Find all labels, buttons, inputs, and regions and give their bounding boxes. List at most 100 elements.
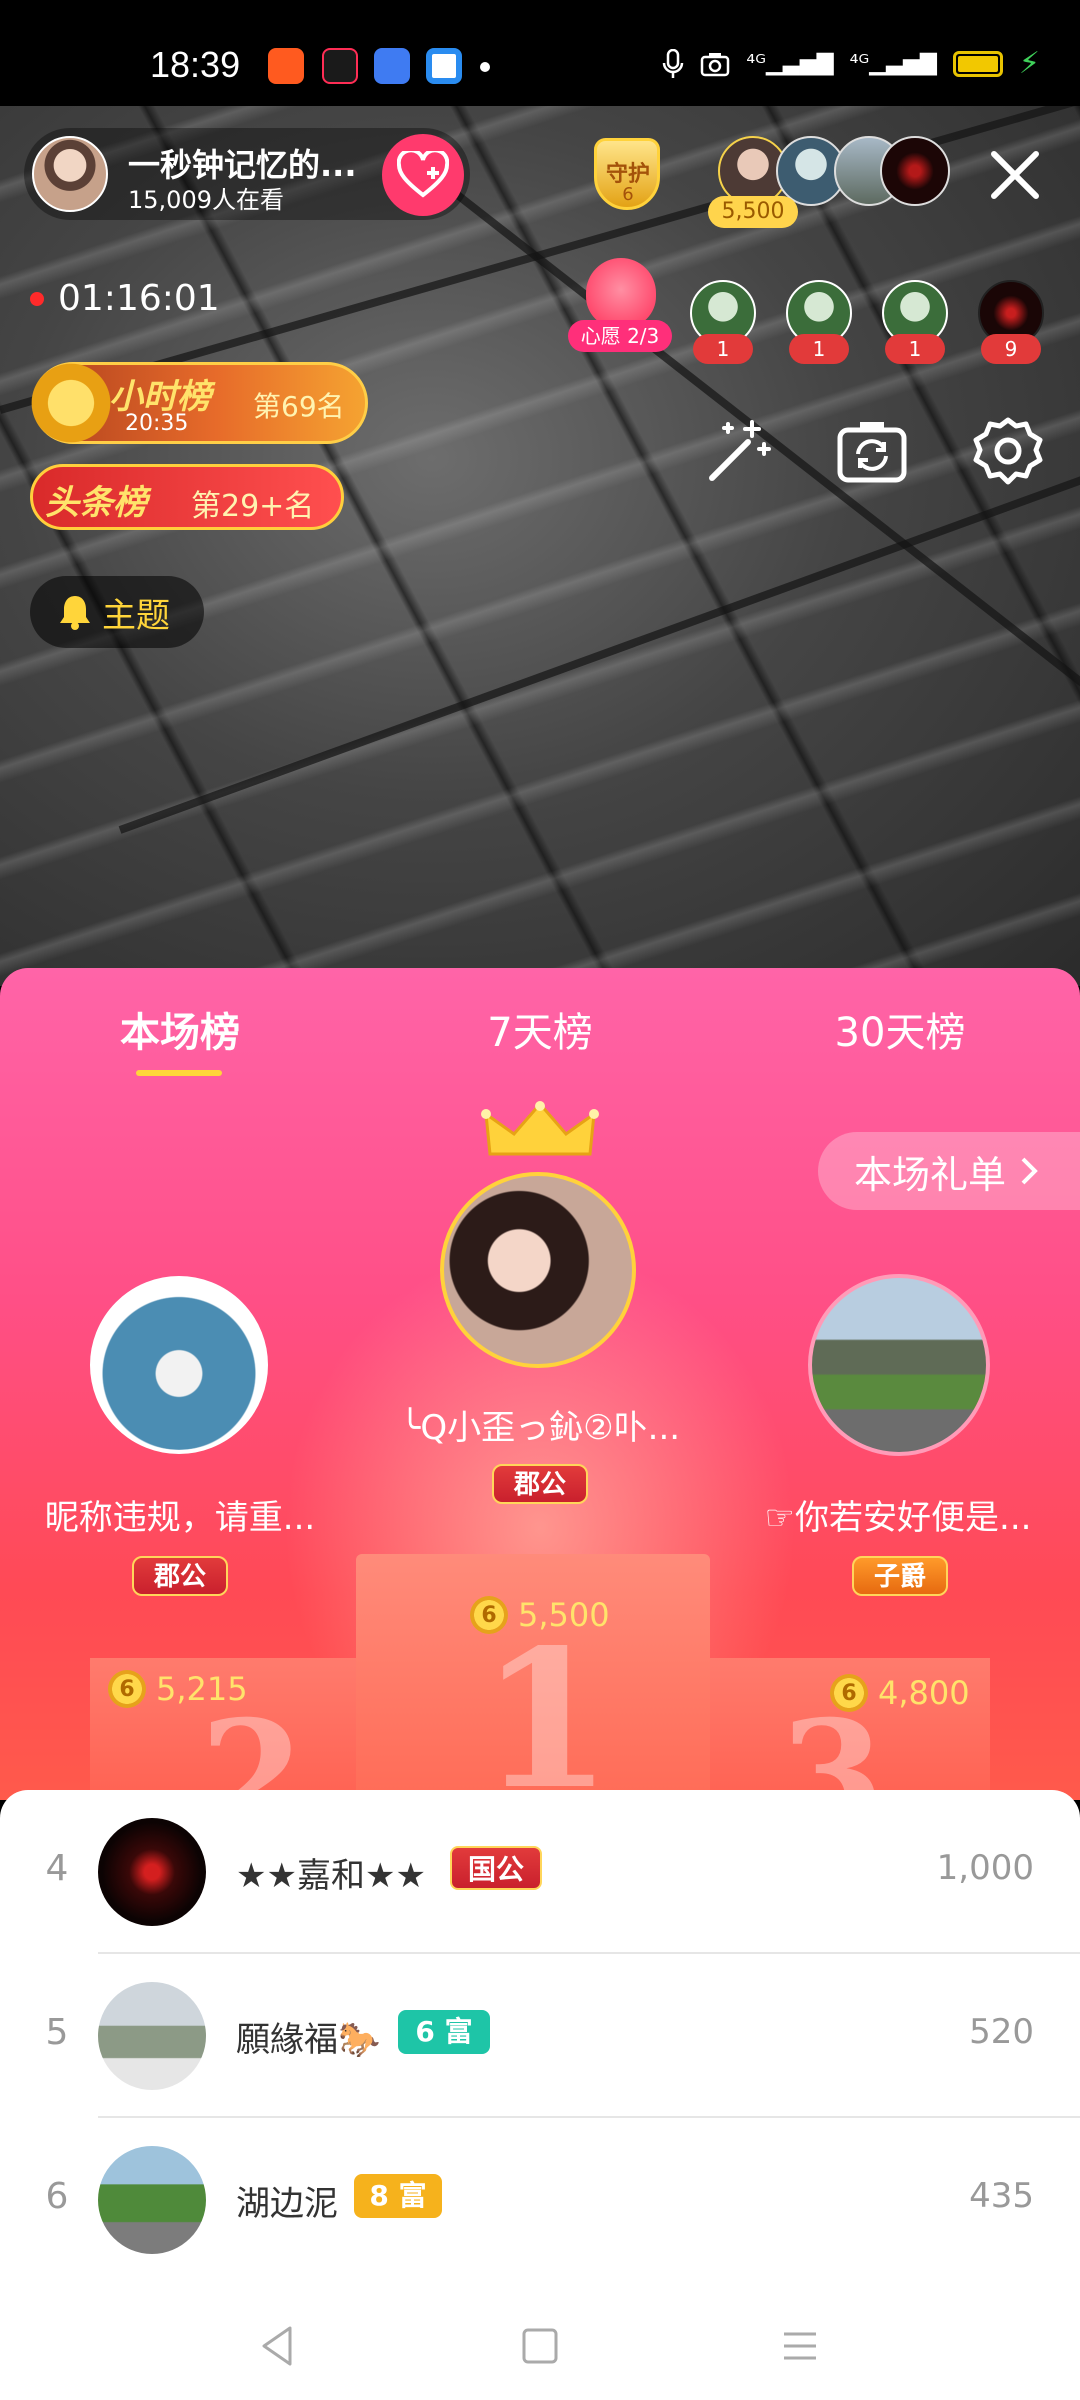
cloud-app-icon (374, 48, 410, 84)
microphone-icon (663, 48, 684, 78)
list-score: 520 (969, 2012, 1034, 2052)
menu-icon[interactable] (778, 2324, 822, 2368)
hourly-time: 20:35 (125, 411, 189, 436)
third-place-coins-value: 4,800 (878, 1674, 970, 1712)
active-tab-indicator (136, 1070, 222, 1076)
first-place-avatar[interactable] (440, 1172, 636, 1368)
second-place-noble-badge: 郡公 (132, 1556, 228, 1596)
top-fan[interactable]: 1 (786, 280, 852, 364)
first-place-noble-badge: 郡公 (492, 1464, 588, 1504)
coin-icon: 6 (470, 1596, 508, 1634)
coin-icon: 6 (108, 1670, 146, 1708)
browser-app-icon (426, 48, 462, 84)
top-fan[interactable]: 1 (690, 280, 756, 364)
tab-current-session[interactable]: 本场榜 (60, 1000, 300, 1058)
ranking-list: 4 ★★嘉和★★ 国公 1,000 5 願緣福🐎 6 富 520 6 湖边泥 8… (0, 1790, 1080, 2320)
third-place-coins: 6 4,800 (830, 1674, 970, 1712)
fan-count: 1 (789, 334, 849, 364)
wish-widget[interactable]: 心愿 2/3 (568, 258, 672, 352)
settings-icon[interactable] (970, 414, 1046, 490)
fan-count: 1 (885, 334, 945, 364)
second-place-coins-value: 5,215 (156, 1670, 248, 1708)
guard-badge[interactable]: 守护 6 (582, 132, 674, 220)
podium-number-1: 1 (480, 1608, 613, 1800)
chevron-right-icon (1021, 1157, 1038, 1185)
live-video[interactable] (0, 106, 1080, 986)
notification-dot (480, 62, 490, 72)
camera-flip-icon[interactable] (834, 414, 910, 490)
status-bar: 18:39 ⁴ᴳ▁▃▅▇ ⁴ᴳ▁▃▅▇ ⚡ (0, 0, 1080, 106)
third-place-avatar[interactable] (808, 1274, 990, 1456)
headline-title: 头条榜 (45, 483, 147, 523)
magic-wand-icon[interactable] (700, 414, 776, 490)
crown-icon (481, 1101, 599, 1156)
viewer-avatar[interactable] (880, 136, 950, 206)
first-place-coins-value: 5,500 (518, 1596, 610, 1634)
battery-icon (952, 50, 1003, 77)
viewer-count: 15,009人在看 (128, 186, 284, 214)
list-noble-badge: 国公 (450, 1846, 542, 1890)
tab-30-days[interactable]: 30天榜 (780, 1000, 1020, 1058)
list-rank: 5 (45, 2012, 69, 2053)
coin-icon: 6 (830, 1674, 868, 1712)
camera-status-icon (701, 52, 730, 76)
top-fan[interactable]: 1 (882, 280, 948, 364)
headline-rank: 第29+名 (191, 489, 315, 524)
fan-count: 9 (981, 334, 1041, 364)
second-place-coins: 6 5,215 (108, 1670, 248, 1708)
fan-count: 1 (693, 334, 753, 364)
trophy-icon (25, 357, 117, 449)
third-place-name[interactable]: ☞你若安好便是... (748, 1490, 1048, 1539)
headline-rank-badge[interactable]: 头条榜 第29+名 (30, 464, 344, 530)
second-place-avatar[interactable] (90, 1276, 268, 1454)
signal-icon-2: ⁴ᴳ▁▃▅▇ (849, 51, 937, 76)
hourly-rank-badge[interactable]: 小时榜 20:35 第69名 (25, 357, 368, 449)
status-right: ⁴ᴳ▁▃▅▇ ⁴ᴳ▁▃▅▇ ⚡ (662, 46, 1040, 81)
system-nav-bar (0, 2290, 1080, 2400)
second-place-name[interactable]: 昵称违规，请重... (20, 1490, 340, 1539)
list-name: ★★嘉和★★ (236, 1856, 426, 1896)
list-rank: 6 (45, 2176, 69, 2217)
home-icon[interactable] (518, 2324, 562, 2368)
list-item[interactable]: 4 ★★嘉和★★ 国公 1,000 (0, 1790, 1080, 1954)
list-avatar[interactable] (98, 2146, 206, 2254)
follow-button[interactable] (382, 134, 464, 216)
theme-label: 主题 (102, 595, 170, 636)
first-place-coins: 6 5,500 (470, 1596, 610, 1634)
first-place-name[interactable]: ╰Q小歪っ鈊②卟... (350, 1400, 730, 1449)
charging-icon: ⚡ (1018, 46, 1040, 81)
list-rank: 4 (45, 1848, 69, 1889)
list-wealth-badge: 6 富 (398, 2010, 490, 2054)
list-name: 願緣福🐎 (236, 2020, 381, 2060)
top-fan[interactable]: 9 (978, 280, 1044, 364)
status-time: 18:39 (150, 44, 241, 85)
network-type-2: ⁴ᴳ (849, 51, 870, 76)
close-icon[interactable] (980, 140, 1050, 210)
kuaishou-app-icon (268, 48, 304, 84)
tiktok-app-icon (322, 48, 358, 84)
third-place-noble-badge: 子爵 (852, 1556, 948, 1596)
live-timer-text: 01:16:01 (58, 278, 220, 319)
top-gift-amount: 5,500 (708, 196, 798, 228)
guard-count: 6 (622, 184, 634, 205)
gift-list-button[interactable]: 本场礼单 (818, 1132, 1080, 1210)
list-wealth-badge: 8 富 (354, 2174, 442, 2218)
ranking-tabs: 本场榜 7天榜 30天榜 (0, 968, 1080, 1078)
host-avatar[interactable] (32, 136, 108, 212)
recording-dot (30, 291, 44, 306)
network-type-1: ⁴ᴳ (746, 51, 766, 76)
list-avatar[interactable] (98, 1982, 206, 2090)
list-avatar[interactable] (98, 1818, 206, 1926)
gift-list-label: 本场礼单 (854, 1152, 1007, 1197)
tab-7-days[interactable]: 7天榜 (420, 1000, 660, 1058)
bell-icon (60, 596, 90, 630)
ranking-panel: 本场榜 7天榜 30天榜 本场礼单 1 2 3 ╰Q小歪っ鈊②卟... 郡公 6… (0, 968, 1080, 1800)
heart-icon (586, 258, 656, 328)
list-score: 435 (969, 2176, 1034, 2216)
theme-button[interactable]: 主题 (30, 576, 204, 648)
heart-plus-icon (397, 151, 449, 198)
back-icon[interactable] (256, 2324, 300, 2368)
list-item[interactable]: 5 願緣福🐎 6 富 520 (0, 1954, 1080, 2118)
list-name: 湖边泥 (236, 2184, 338, 2224)
list-item[interactable]: 6 湖边泥 8 富 435 (0, 2118, 1080, 2282)
